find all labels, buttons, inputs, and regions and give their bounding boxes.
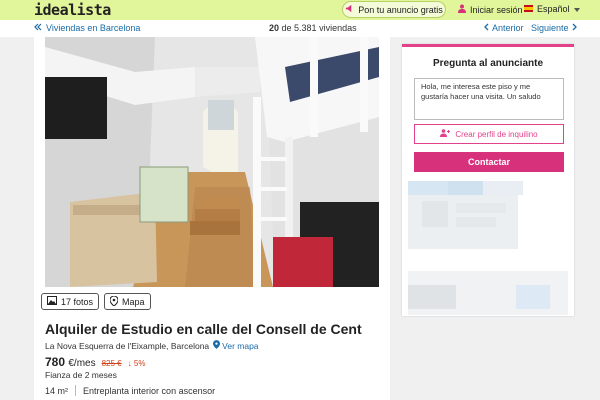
map-pin-icon: [213, 340, 221, 351]
view-map-label: Ver mapa: [222, 340, 259, 351]
contact-button[interactable]: Contactar: [414, 152, 564, 172]
price: 780 €/mes: [45, 355, 96, 369]
price-unit: €/mes: [68, 358, 96, 369]
price-drop-value: 5%: [133, 359, 146, 368]
create-tenant-profile-button[interactable]: Crear perfil de inquilino: [414, 124, 564, 144]
result-counter: 20 de 5.381 viviendas: [269, 23, 357, 33]
listing-card: 17 fotos Mapa Alquiler de Estudio en cal…: [34, 37, 390, 400]
chevron-left-icon: [34, 23, 42, 33]
price-row: 780 €/mes 825 € ↓ 5%: [45, 355, 145, 369]
top-bar: idealista Pon tu anuncio gratis Iniciar …: [0, 0, 600, 20]
login-label: Iniciar sesión: [470, 4, 523, 15]
listing-title: Alquiler de Estudio en calle del Consell…: [45, 321, 362, 337]
previous-label: Anterior: [492, 23, 524, 33]
photo-tags: 17 fotos Mapa: [41, 293, 151, 310]
back-label: Viviendas en Barcelona: [46, 23, 141, 33]
megaphone-icon: [345, 4, 354, 15]
view-map-link[interactable]: Ver mapa: [213, 340, 259, 351]
next-label: Siguiente: [531, 23, 569, 33]
next-listing-link[interactable]: Siguiente: [531, 23, 578, 33]
floor-feature: Entreplanta interior con ascensor: [83, 385, 216, 396]
price-value: 780: [45, 355, 66, 369]
pixelated-area: [408, 181, 568, 315]
user-icon: [458, 4, 466, 15]
idealista-logo[interactable]: idealista: [34, 1, 111, 19]
language-selector[interactable]: Español: [524, 4, 580, 14]
price-drop: ↓ 5%: [128, 359, 146, 368]
user-plus-icon: [440, 129, 451, 139]
image-icon: [47, 296, 57, 307]
feature-divider: [75, 385, 77, 396]
contact-title: Pregunta al anunciante: [432, 58, 544, 69]
listing-navigation-bar: Viviendas en Barcelona 20 de 5.381 vivie…: [0, 20, 600, 37]
back-to-results-link[interactable]: Viviendas en Barcelona: [34, 23, 140, 33]
post-ad-button[interactable]: Pon tu anuncio gratis: [342, 1, 446, 18]
map-pin-icon: [109, 294, 119, 308]
main-photo[interactable]: [45, 37, 379, 287]
post-ad-label: Pon tu anuncio gratis: [358, 4, 443, 15]
message-textarea[interactable]: Hola, me interesa este piso y me gustarí…: [414, 78, 564, 120]
arrow-down-icon: ↓: [127, 359, 132, 368]
contact-panel: Pregunta al anunciante Hola, me interesa…: [402, 44, 574, 316]
location-text: La Nova Esquerra de l'Eixample, Barcelon…: [45, 340, 210, 351]
counter-text: de 5.381 viviendas: [281, 23, 357, 33]
map-button[interactable]: Mapa: [104, 293, 151, 310]
counter-current: 20: [269, 23, 280, 33]
deposit-info: Fianza de 2 meses: [45, 370, 117, 380]
old-price: 825 €: [101, 359, 122, 368]
flag-icon: [524, 4, 533, 14]
language-label: Español: [537, 4, 570, 14]
chevron-right-icon: [572, 23, 578, 33]
chevron-left-icon: [483, 23, 489, 33]
login-link[interactable]: Iniciar sesión: [458, 4, 523, 15]
photos-button[interactable]: 17 fotos: [41, 293, 100, 310]
profile-button-label: Crear perfil de inquilino: [455, 129, 538, 139]
chevron-down-icon: [573, 4, 580, 14]
listing-location: La Nova Esquerra de l'Eixample, Barcelon…: [45, 340, 259, 351]
listing-features: 14 m² Entreplanta interior con ascensor: [45, 385, 215, 396]
photos-label: 17 fotos: [61, 296, 94, 307]
map-label: Mapa: [122, 296, 145, 307]
area-feature: 14 m²: [45, 385, 69, 396]
previous-listing-link[interactable]: Anterior: [483, 23, 524, 33]
